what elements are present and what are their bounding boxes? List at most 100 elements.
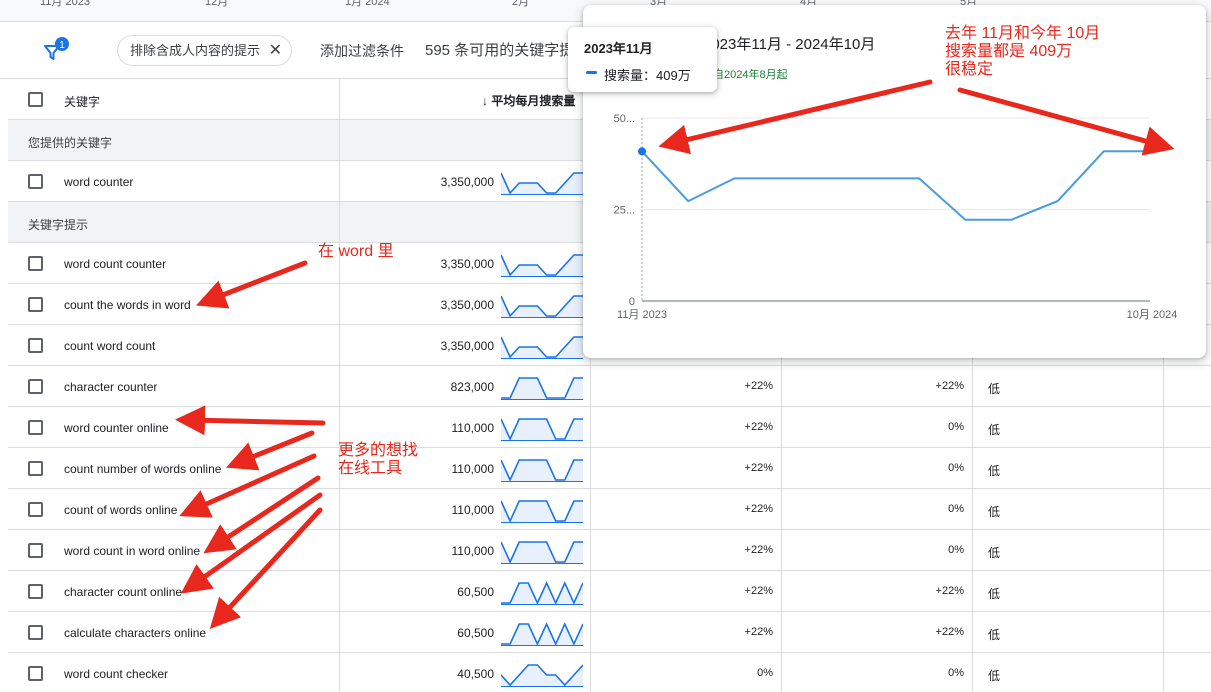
avg-monthly-searches-cell: 3,350,000 xyxy=(440,175,494,189)
column-divider xyxy=(339,79,340,692)
yoy-change-cell: 0% xyxy=(948,667,964,679)
competition-cell: 低 xyxy=(988,587,1001,601)
three-month-change-cell: +22% xyxy=(744,380,773,392)
yoy-change-cell: 0% xyxy=(948,544,964,556)
three-month-change-cell: +22% xyxy=(744,626,773,638)
avg-monthly-searches-cell: 110,000 xyxy=(451,462,495,476)
trend-sparkline[interactable] xyxy=(501,290,583,318)
trend-sparkline[interactable] xyxy=(501,495,583,523)
yoy-change-cell: +22% xyxy=(935,585,964,597)
table-row[interactable]: calculate characters online 60,500 +22% +22… xyxy=(8,612,1211,653)
yoy-change-cell: 0% xyxy=(948,503,964,515)
three-month-change-cell: 0% xyxy=(757,667,773,679)
keyword-cell: count the words in word xyxy=(64,298,191,312)
row-checkbox[interactable] xyxy=(28,379,43,394)
yoy-change-cell: +22% xyxy=(935,380,964,392)
y-tick-label: 50... xyxy=(614,113,635,125)
section-title: 您提供的关键字 xyxy=(28,136,113,150)
avg-monthly-searches-cell: 60,500 xyxy=(457,626,494,640)
row-checkbox[interactable] xyxy=(28,502,43,517)
trend-sparkline[interactable] xyxy=(501,413,583,441)
three-month-change-cell: +22% xyxy=(744,544,773,556)
select-all-checkbox[interactable] xyxy=(28,92,43,107)
keyword-cell: word counter online xyxy=(64,421,169,435)
timeline-label: 2月 xyxy=(512,0,530,8)
trend-sparkline[interactable] xyxy=(501,659,583,687)
avg-monthly-searches-header[interactable]: ↓ 平均每月搜索量 xyxy=(482,92,575,109)
competition-cell: 低 xyxy=(988,505,1001,519)
competition-cell: 低 xyxy=(988,628,1001,642)
avg-monthly-searches-cell: 3,350,000 xyxy=(440,339,494,353)
three-month-change-cell: +22% xyxy=(744,462,773,474)
row-checkbox[interactable] xyxy=(28,666,43,681)
filter-badge: 1 xyxy=(59,40,65,51)
avg-monthly-searches-cell: 3,350,000 xyxy=(440,257,494,271)
trend-sparkline[interactable] xyxy=(501,167,583,195)
avg-monthly-searches-cell: 40,500 xyxy=(457,667,494,681)
table-row[interactable]: count number of words online 110,000 +22% 0… xyxy=(8,448,1211,489)
tooltip-month: 2023年11月 xyxy=(584,41,653,56)
keyword-cell: word count checker xyxy=(64,667,169,681)
row-checkbox[interactable] xyxy=(28,174,43,189)
adult-content-filter-chip[interactable]: 排除含成人内容的提示 ✕ xyxy=(117,35,292,66)
keyword-cell: count of words online xyxy=(64,503,178,517)
keyword-column-header[interactable]: 关键字 xyxy=(64,93,100,110)
keyword-cell: character count online xyxy=(64,585,183,599)
section-title: 关键字提示 xyxy=(28,218,89,232)
filter-icon[interactable]: 1 xyxy=(40,36,70,64)
filter-chip-label: 排除含成人内容的提示 xyxy=(130,43,261,58)
trend-sparkline[interactable] xyxy=(501,577,583,605)
yoy-change-cell: +22% xyxy=(935,626,964,638)
trend-sparkline[interactable] xyxy=(501,249,583,277)
chart-tooltip: 2023年11月 搜索量：409万 xyxy=(568,27,717,92)
competition-cell: 低 xyxy=(988,546,1001,560)
row-checkbox[interactable] xyxy=(28,461,43,476)
data-point-nov-2023 xyxy=(638,147,646,156)
keyword-cell: character counter xyxy=(64,380,158,394)
annotation-stable: 去年 11月和今年 10月 搜索量都是 409万 很稳定 xyxy=(945,25,1101,78)
competition-cell: 低 xyxy=(988,464,1001,478)
keyword-cell: word count counter xyxy=(64,257,167,271)
three-month-change-cell: +22% xyxy=(744,503,773,515)
trend-sparkline[interactable] xyxy=(501,618,583,646)
row-checkbox[interactable] xyxy=(28,420,43,435)
timeline-label: 12月 xyxy=(205,0,229,8)
row-checkbox[interactable] xyxy=(28,338,43,353)
avg-monthly-searches-cell: 3,350,000 xyxy=(440,298,494,312)
three-month-change-cell: +22% xyxy=(744,585,773,597)
series-legend-marker xyxy=(586,71,597,74)
table-row[interactable]: word count checker 40,500 0% 0% 低 xyxy=(8,653,1211,692)
tooltip-value: 搜索量：409万 xyxy=(604,68,691,83)
annotation-more-online: 更多的想找 在线工具 xyxy=(338,442,419,477)
keyword-cell: count number of words online xyxy=(64,462,222,476)
table-row[interactable]: character counter 823,000 +22% +22% 低 xyxy=(8,366,1211,407)
keyword-cell: calculate characters online xyxy=(64,626,207,640)
competition-cell: 低 xyxy=(988,669,1001,683)
table-row[interactable]: count of words online 110,000 +22% 0% 低 xyxy=(8,489,1211,530)
table-row[interactable]: word counter online 110,000 +22% 0% 低 xyxy=(8,407,1211,448)
trend-sparkline[interactable] xyxy=(501,331,583,359)
close-icon[interactable]: ✕ xyxy=(269,36,282,65)
add-filter-button[interactable]: 添加过滤条件 xyxy=(320,41,404,61)
x-tick-label: 11月 2023 xyxy=(617,309,667,321)
row-checkbox[interactable] xyxy=(28,584,43,599)
timeline-label: 1月 2024 xyxy=(345,0,390,8)
y-tick-label: 0 xyxy=(629,296,635,308)
avg-monthly-searches-cell: 110,000 xyxy=(451,421,495,435)
avg-monthly-searches-cell: 823,000 xyxy=(450,380,494,394)
keyword-cell: count word count xyxy=(64,339,156,353)
table-row[interactable]: word count in word online 110,000 +22% 0% 低 xyxy=(8,530,1211,571)
annotation-in-word: 在 word 里 xyxy=(318,243,394,260)
trend-sparkline[interactable] xyxy=(501,536,583,564)
avg-monthly-searches-cell: 60,500 xyxy=(457,585,494,599)
row-checkbox[interactable] xyxy=(28,297,43,312)
row-checkbox[interactable] xyxy=(28,256,43,271)
row-checkbox[interactable] xyxy=(28,625,43,640)
table-row[interactable]: character count online 60,500 +22% +22% 低 xyxy=(8,571,1211,612)
row-checkbox[interactable] xyxy=(28,543,43,558)
yoy-change-cell: 0% xyxy=(948,462,964,474)
trend-sparkline[interactable] xyxy=(501,372,583,400)
competition-cell: 低 xyxy=(988,382,1001,396)
avg-monthly-searches-cell: 110,000 xyxy=(451,503,495,517)
trend-sparkline[interactable] xyxy=(501,454,583,482)
